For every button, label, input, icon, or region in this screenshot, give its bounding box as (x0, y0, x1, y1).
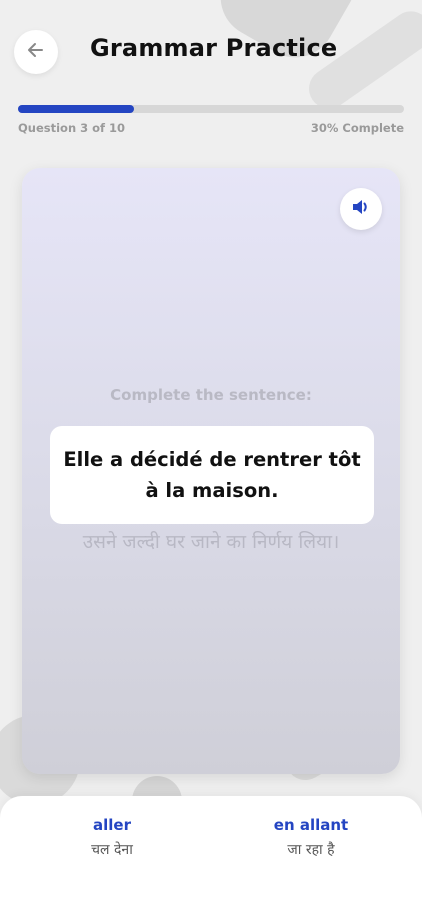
option-word: en allant (273, 816, 349, 834)
progress-percent: 30% Complete (310, 121, 404, 135)
question-card: Complete the sentence: Elle a décidé de … (22, 168, 400, 774)
progress-bar-fill (18, 105, 134, 113)
answer-option[interactable]: aller चल देना (32, 816, 192, 859)
speaker-icon (350, 196, 372, 222)
answer-option[interactable]: en allant जा रहा है (231, 816, 391, 859)
header: Grammar Practice (0, 0, 422, 100)
option-translation: चल देना (91, 842, 133, 858)
sentence-text: Elle a décidé de rentrer tôt à la maison… (63, 448, 361, 502)
option-word: aller (93, 816, 131, 834)
sentence-translation: उसने जल्दी घर जाने का निर्णय लिया। (82, 531, 340, 553)
answer-options: aller चल देना en allant जा रहा है (0, 796, 422, 906)
page-title: Grammar Practice (90, 34, 338, 62)
prompt-text: Complete the sentence: (110, 386, 312, 404)
back-button[interactable] (14, 30, 58, 74)
option-translation: जा रहा है (287, 842, 335, 858)
sentence-box: Elle a décidé de rentrer tôt à la maison… (50, 426, 374, 524)
question-counter: Question 3 of 10 (18, 121, 126, 135)
audio-button[interactable] (340, 188, 382, 230)
progress-bar (18, 105, 404, 113)
arrow-left-icon (26, 40, 46, 64)
